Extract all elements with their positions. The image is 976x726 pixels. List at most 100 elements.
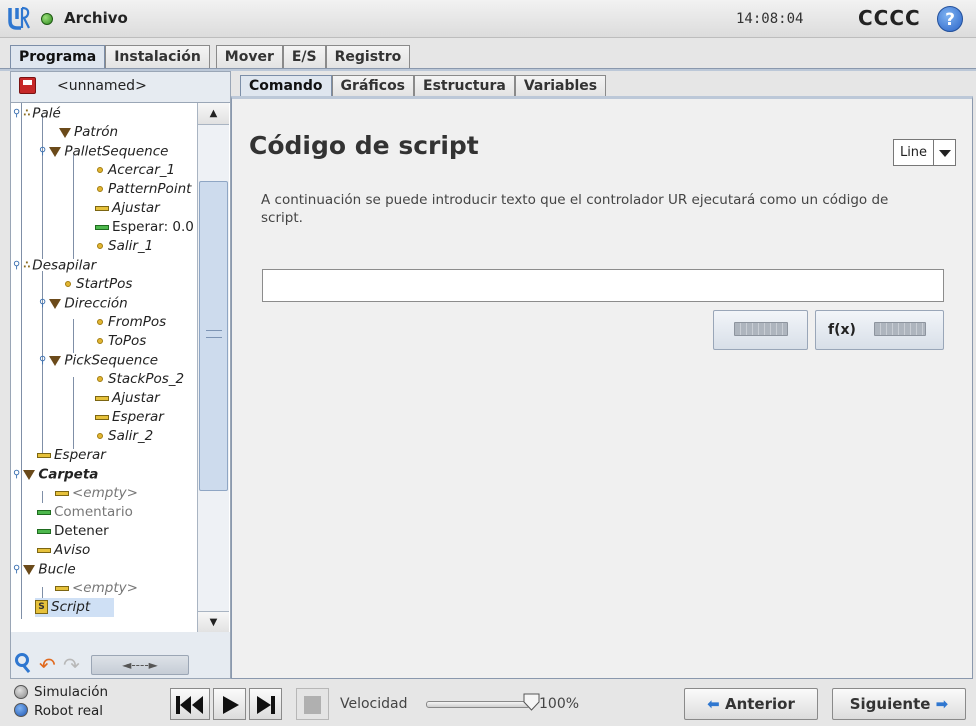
play-button[interactable] xyxy=(213,688,246,720)
simulation-radio[interactable] xyxy=(14,685,28,699)
tree-node-topos[interactable]: ToPos xyxy=(95,332,146,351)
play-icon xyxy=(223,696,239,714)
expand-icon[interactable]: ⚲ xyxy=(13,465,20,484)
tree-node-esperar-value[interactable]: Esperar: 0.0 xyxy=(95,218,194,237)
tree-node-salir-1[interactable]: Salir_1 xyxy=(95,237,153,256)
tree-node-script[interactable]: S Script xyxy=(35,598,115,617)
expand-icon[interactable]: ⚲ xyxy=(13,104,20,123)
keyboard-button[interactable] xyxy=(713,310,808,350)
tree-node-picksequence[interactable]: ⚲ PickSequence xyxy=(39,351,158,370)
tree-node-empty-2[interactable]: <empty> xyxy=(55,579,138,598)
popup-icon xyxy=(37,547,51,553)
pallet-icon: ∴ xyxy=(23,108,30,119)
waypoint-icon xyxy=(65,281,71,287)
expand-icon[interactable]: ⚲ xyxy=(39,351,46,370)
tree-connector xyxy=(42,115,43,259)
folder-triangle-icon xyxy=(59,127,71,138)
tree-node-aviso[interactable]: Aviso xyxy=(37,541,90,560)
folder-triangle-icon xyxy=(23,565,36,575)
scroll-up-icon[interactable]: ▲ xyxy=(198,103,229,125)
search-icon-handle xyxy=(22,664,31,674)
tree-connector xyxy=(73,319,74,353)
tab-comando[interactable]: Comando xyxy=(240,75,332,97)
real-robot-radio[interactable] xyxy=(14,703,28,717)
next-button[interactable]: Siguiente ➡ xyxy=(832,688,966,720)
tree-node-acercar-1[interactable]: Acercar_1 xyxy=(95,161,175,180)
search-icon[interactable] xyxy=(15,653,29,667)
tree-node-palletsequence[interactable]: ⚲ PalletSequence xyxy=(39,142,168,161)
footer-bar: Simulación Robot real Velocidad 100% ⬅ A… xyxy=(0,682,976,726)
expand-icon[interactable]: ⚲ xyxy=(39,142,46,161)
expand-icon[interactable]: ⚲ xyxy=(13,560,20,579)
keyboard-icon xyxy=(874,322,926,336)
tab-graficos[interactable]: Gráficos xyxy=(331,75,415,97)
step-icon xyxy=(257,696,275,714)
save-icon[interactable] xyxy=(19,77,36,94)
program-tree: ⚲ ∴ Palé Patrón ⚲ PalletSequence Acercar_1 … xyxy=(11,102,230,632)
stop-icon xyxy=(304,696,321,714)
tree-node-stackpos-2[interactable]: StackPos_2 xyxy=(95,370,184,389)
folder-triangle-icon xyxy=(23,470,36,480)
tree-node-desapilar[interactable]: ⚲ ∴ Desapilar xyxy=(13,256,96,275)
tree-connector xyxy=(73,155,74,259)
scroll-down-icon[interactable]: ▼ xyxy=(198,611,229,632)
script-mode-select[interactable]: Line xyxy=(893,139,956,166)
keyboard-icon xyxy=(734,322,788,336)
function-keyboard-button[interactable]: f(x) xyxy=(815,310,944,350)
redo-icon[interactable]: ↷ xyxy=(63,654,85,676)
waypoint-icon xyxy=(97,338,103,344)
tree-node-comentario[interactable]: Comentario xyxy=(37,503,133,522)
tab-instalacion[interactable]: Instalación xyxy=(105,45,210,69)
skip-start-icon xyxy=(176,696,203,714)
rewind-button[interactable] xyxy=(170,688,210,720)
undo-icon[interactable]: ↶ xyxy=(39,654,61,676)
script-input[interactable] xyxy=(262,269,944,302)
comment-icon xyxy=(37,509,51,515)
tab-registro[interactable]: Registro xyxy=(325,45,411,69)
tree-node-ajustar-2[interactable]: Ajustar xyxy=(95,389,160,408)
function-label: f(x) xyxy=(828,322,856,338)
file-menu[interactable]: Archivo xyxy=(64,9,128,27)
help-icon[interactable]: ? xyxy=(937,6,963,32)
step-button[interactable] xyxy=(249,688,282,720)
tree-node-startpos[interactable]: StartPos xyxy=(63,275,132,294)
robot-name: CCCC xyxy=(858,6,921,30)
tree-node-ajustar[interactable]: Ajustar xyxy=(95,199,160,218)
tab-es[interactable]: E/S xyxy=(282,45,326,69)
tree-node-detener[interactable]: Detener xyxy=(37,522,109,541)
chevron-down-icon[interactable] xyxy=(934,140,955,165)
tree-vertical-scrollbar[interactable]: ▲ ▼ xyxy=(197,103,229,632)
program-name: <unnamed> xyxy=(57,78,147,94)
waypoint-icon xyxy=(97,376,103,382)
top-bar: Archivo 14:08:04 CCCC ? xyxy=(0,0,976,38)
empty-icon xyxy=(55,490,69,496)
tab-mover[interactable]: Mover xyxy=(215,45,283,69)
tree-node-salir-2[interactable]: Salir_2 xyxy=(95,427,153,446)
wait-icon xyxy=(95,414,109,420)
command-icon xyxy=(95,395,109,401)
tree-node-patron[interactable]: Patrón xyxy=(59,123,118,142)
tree-connector xyxy=(42,491,43,503)
tab-variables[interactable]: Variables xyxy=(514,75,607,97)
tree-node-bucle[interactable]: ⚲ Bucle xyxy=(13,560,76,579)
tree-node-patternpoint[interactable]: PatternPoint xyxy=(95,180,191,199)
speed-slider[interactable] xyxy=(426,701,530,708)
tree-node-frompos[interactable]: FromPos xyxy=(95,313,166,332)
slider-handle-icon[interactable] xyxy=(523,693,540,711)
tree-node-esperar-2[interactable]: Esperar xyxy=(95,408,164,427)
expand-icon[interactable]: ⚲ xyxy=(39,294,46,313)
move-node-button[interactable]: ◄----► xyxy=(91,655,189,675)
tree-connector xyxy=(73,377,74,449)
expand-icon[interactable]: ⚲ xyxy=(13,256,20,275)
tree-node-carpeta[interactable]: ⚲ Carpeta xyxy=(13,465,98,484)
scrollbar-thumb[interactable] xyxy=(199,181,228,491)
tab-programa[interactable]: Programa xyxy=(10,45,106,70)
tree-node-empty-1[interactable]: <empty> xyxy=(55,484,138,503)
tree-node-esperar-3[interactable]: Esperar xyxy=(37,446,106,465)
speed-label: Velocidad xyxy=(340,696,408,712)
tree-node-direccion[interactable]: ⚲ Dirección xyxy=(39,294,128,313)
previous-button[interactable]: ⬅ Anterior xyxy=(684,688,818,720)
tab-estructura[interactable]: Estructura xyxy=(414,75,515,97)
tree-node-pale[interactable]: ⚲ ∴ Palé xyxy=(13,104,61,123)
stop-button[interactable] xyxy=(296,688,329,720)
